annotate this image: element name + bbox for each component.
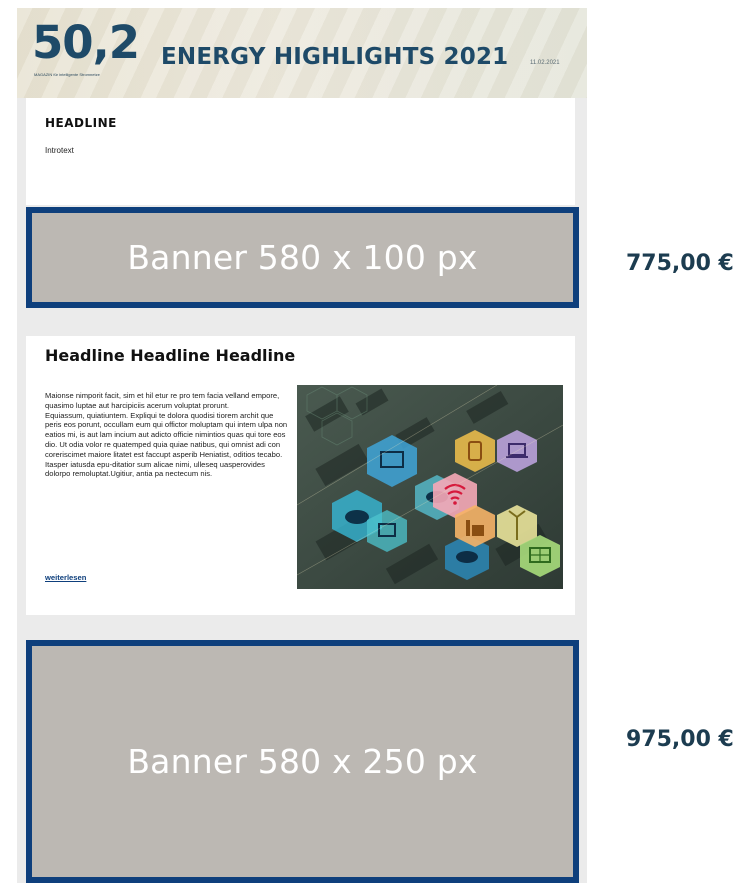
article-teaser: Headline Headline Headline Maionse nimpo… [26, 336, 575, 615]
intro-headline: HEADLINE [45, 116, 117, 130]
issue-date: 11.02.2021 [530, 60, 560, 66]
article-body: Maionse nimporit facit, sim et hil etur … [45, 391, 291, 479]
banner-580x100[interactable]: Banner 580 x 100 px [26, 207, 579, 308]
article-paragraph: Equiassum, quiatiuntem. Expliqui te dolo… [45, 410, 288, 479]
article-headline: Headline Headline Headline [45, 346, 296, 365]
magazine-logo: 50,2 [32, 16, 140, 69]
article-paragraph: Maionse nimporit facit, sim et hil etur … [45, 391, 280, 410]
banner-label: Banner 580 x 100 px [127, 238, 478, 277]
banner-580x250[interactable]: Banner 580 x 250 px [26, 640, 579, 883]
article-image [297, 385, 563, 589]
intro-text: Introtext [45, 146, 74, 155]
price-banner-580x250: 975,00 € [626, 727, 734, 752]
banner-label: Banner 580 x 250 px [127, 742, 478, 781]
read-more-link[interactable]: weiterlesen [45, 573, 86, 582]
magazine-title: ENERGY HIGHLIGHTS 2021 [161, 44, 509, 70]
intro-section: HEADLINE Introtext [26, 98, 575, 205]
price-banner-580x100: 775,00 € [626, 251, 734, 276]
newsletter-preview: 50,2 MAGAZIN für intelligente Stromnetze… [17, 8, 587, 883]
logo-tagline: MAGAZIN für intelligente Stromnetze [34, 72, 100, 77]
masthead: 50,2 MAGAZIN für intelligente Stromnetze… [17, 8, 587, 98]
smart-city-illustration [297, 385, 563, 589]
